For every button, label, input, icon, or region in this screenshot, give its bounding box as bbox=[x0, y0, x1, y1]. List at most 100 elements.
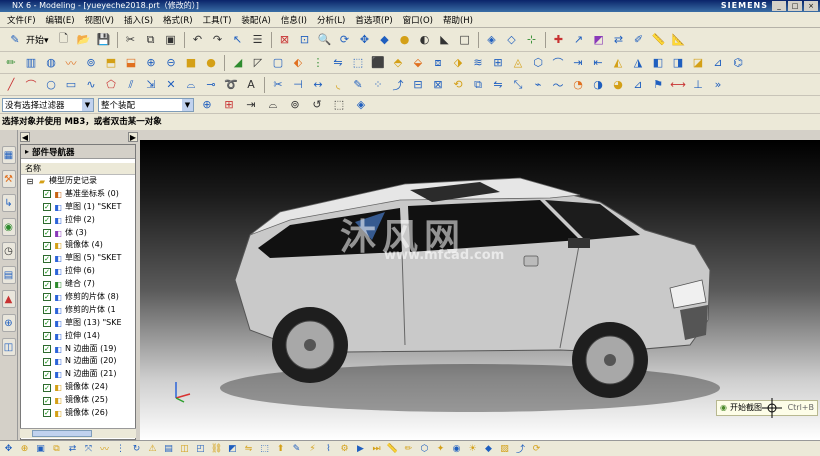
chevron-left-icon[interactable]: ◀ bbox=[20, 132, 30, 142]
constraint-icon[interactable]: ⊥ bbox=[689, 76, 707, 94]
soft-blend-icon[interactable]: ◨ bbox=[669, 54, 687, 72]
visibility-checkbox[interactable]: ✓ bbox=[43, 396, 51, 405]
process-studio-icon[interactable]: ▲ bbox=[1, 290, 16, 308]
history-icon[interactable]: ◷ bbox=[1, 242, 16, 260]
interpart-link-icon[interactable]: ⛓ bbox=[210, 442, 223, 455]
copy-icon[interactable]: ⧉ bbox=[142, 31, 160, 49]
draft-icon[interactable]: ⬖ bbox=[289, 54, 307, 72]
rectangle-icon[interactable]: ▭ bbox=[62, 76, 80, 94]
assembly-sequence-icon[interactable]: ▤ bbox=[162, 442, 175, 455]
extract-curve-icon[interactable]: ⤴ bbox=[389, 76, 407, 94]
menu-assembly[interactable]: 装配(A) bbox=[238, 14, 273, 26]
tree-item[interactable]: ✓ ◧ 体 (3) bbox=[21, 227, 135, 240]
menu-window[interactable]: 窗口(O) bbox=[400, 14, 436, 26]
layer-icon[interactable]: ◇ bbox=[503, 31, 521, 49]
new-file-icon[interactable]: 🗋 bbox=[55, 31, 73, 49]
mate-component-icon[interactable]: ⧉ bbox=[50, 442, 63, 455]
section-curve-icon[interactable]: ⊟ bbox=[409, 76, 427, 94]
command-finder-icon[interactable]: ☰ bbox=[249, 31, 267, 49]
visibility-checkbox[interactable]: ✓ bbox=[43, 370, 51, 379]
add-component-icon[interactable]: ⊕ bbox=[18, 442, 31, 455]
quick-pick-icon[interactable]: ⊞ bbox=[220, 96, 238, 114]
studio-icon[interactable]: ✦ bbox=[434, 442, 447, 455]
menu-insert[interactable]: 插入(S) bbox=[121, 14, 156, 26]
pin-icon[interactable]: ▸ bbox=[25, 147, 29, 156]
curve-length-icon[interactable]: ↔ bbox=[309, 76, 327, 94]
light-icon[interactable]: ☀ bbox=[466, 442, 479, 455]
wrap-curve-icon[interactable]: ⟲ bbox=[449, 76, 467, 94]
edit-object-icon[interactable]: ✐ bbox=[630, 31, 648, 49]
pad-icon[interactable]: ⬓ bbox=[122, 54, 140, 72]
show-hide-icon[interactable]: ◈ bbox=[483, 31, 501, 49]
reflection-icon[interactable]: ◑ bbox=[589, 76, 607, 94]
edit-curve-icon[interactable]: ✎ bbox=[349, 76, 367, 94]
tree-item[interactable]: ✓ ◧ 镜像体 (25) bbox=[21, 394, 135, 407]
visibility-checkbox[interactable]: ✓ bbox=[43, 280, 51, 289]
tree-item[interactable]: ✓ ◧ 镜像体 (26) bbox=[21, 407, 135, 420]
lasso-icon[interactable]: ⬚ bbox=[330, 96, 348, 114]
more-curve-tools-icon[interactable]: » bbox=[709, 76, 727, 94]
visibility-checkbox[interactable]: ✓ bbox=[43, 229, 51, 237]
image-icon[interactable]: ▨ bbox=[498, 442, 511, 455]
silhouette-flange-icon[interactable]: ◭ bbox=[609, 54, 627, 72]
revolve-icon[interactable]: ◍ bbox=[42, 54, 60, 72]
routing-icon[interactable]: ⌇ bbox=[322, 442, 335, 455]
sequence-icon[interactable]: ⏭ bbox=[370, 442, 383, 455]
selection-filter-select[interactable]: 没有选择过滤器 ▼ bbox=[2, 97, 94, 112]
column-header-name[interactable]: 名称 bbox=[21, 163, 135, 175]
visibility-checkbox[interactable]: ✓ bbox=[43, 216, 51, 225]
tree-item[interactable]: ✓ ◧ 基准坐标系 (0) bbox=[21, 188, 135, 201]
select-cursor-icon[interactable]: ↖ bbox=[229, 31, 247, 49]
patch-icon[interactable]: ⬗ bbox=[449, 54, 467, 72]
sketch-icon[interactable]: ✏ bbox=[402, 442, 415, 455]
hole-icon[interactable]: ⊚ bbox=[82, 54, 100, 72]
tree-item[interactable]: ✓ ◧ N 边曲面 (20) bbox=[21, 355, 135, 368]
tree-item[interactable]: ✓ ◧ 拉伸 (2) bbox=[21, 214, 135, 227]
navigator-horizontal-scrollbar[interactable] bbox=[20, 428, 136, 438]
weld-icon[interactable]: ⚡ bbox=[306, 442, 319, 455]
circle-icon[interactable]: ○ bbox=[42, 76, 60, 94]
publish-icon[interactable]: ⤴ bbox=[514, 442, 527, 455]
shell-icon[interactable]: ▢ bbox=[269, 54, 287, 72]
deselect-icon[interactable]: ↺ bbox=[308, 96, 326, 114]
spline-icon[interactable]: ∿ bbox=[82, 76, 100, 94]
datum-plane-icon[interactable]: ◩ bbox=[590, 31, 608, 49]
subtract-icon[interactable]: ⊖ bbox=[162, 54, 180, 72]
material-icon[interactable]: ◆ bbox=[482, 442, 495, 455]
sweep-icon[interactable]: 〰 bbox=[62, 54, 80, 72]
bridge-surface-icon[interactable]: ⌒ bbox=[549, 54, 567, 72]
maximize-button[interactable]: □ bbox=[788, 1, 802, 11]
collapse-icon[interactable]: ⊟ bbox=[25, 177, 35, 186]
tree-item[interactable]: ✓ ◧ 草图 (1) "SKET bbox=[21, 201, 135, 214]
cone-select-icon[interactable]: ⌓ bbox=[264, 96, 282, 114]
through-curves-icon[interactable]: ≋ bbox=[469, 54, 487, 72]
menu-information[interactable]: 信息(I) bbox=[278, 14, 310, 26]
component-array-icon[interactable]: ⋮ bbox=[114, 442, 127, 455]
fastener-icon[interactable]: ⚙ bbox=[338, 442, 351, 455]
background-icon[interactable]: □ bbox=[456, 31, 474, 49]
tree-item[interactable]: ✓ ◧ 拉伸 (6) bbox=[21, 265, 135, 278]
open-folder-icon[interactable]: 📂 bbox=[75, 31, 93, 49]
global-shaping-icon[interactable]: ◪ bbox=[689, 54, 707, 72]
shaded-view-icon[interactable]: ◆ bbox=[376, 31, 394, 49]
render-style-icon[interactable]: ● bbox=[396, 31, 414, 49]
arc-icon[interactable]: ⌒ bbox=[22, 76, 40, 94]
chamfer-icon[interactable]: ◸ bbox=[249, 54, 267, 72]
sphere-icon[interactable]: ● bbox=[202, 54, 220, 72]
face-analysis-icon[interactable]: ◕ bbox=[609, 76, 627, 94]
extension-icon[interactable]: ⇥ bbox=[569, 54, 587, 72]
intersection-curve-icon[interactable]: ✕ bbox=[162, 76, 180, 94]
pan-icon[interactable]: ✥ bbox=[356, 31, 374, 49]
clipping-icon[interactable]: ◐ bbox=[416, 31, 434, 49]
zoom-icon[interactable]: 🔍 bbox=[316, 31, 334, 49]
polygon-icon[interactable]: ⬠ bbox=[102, 76, 120, 94]
animation-icon[interactable]: ⟳ bbox=[530, 442, 543, 455]
menu-help[interactable]: 帮助(H) bbox=[440, 14, 476, 26]
assembly-navigator-icon[interactable]: ▦ bbox=[1, 146, 16, 164]
visibility-checkbox[interactable]: ✓ bbox=[43, 357, 51, 366]
split-body-icon[interactable]: ⬛ bbox=[369, 54, 387, 72]
isoparametric-icon[interactable]: ⊠ bbox=[429, 76, 447, 94]
camera-view-icon[interactable]: ◉ bbox=[450, 442, 463, 455]
studio-surface-icon[interactable]: ◬ bbox=[509, 54, 527, 72]
text-icon[interactable]: A bbox=[242, 76, 260, 94]
